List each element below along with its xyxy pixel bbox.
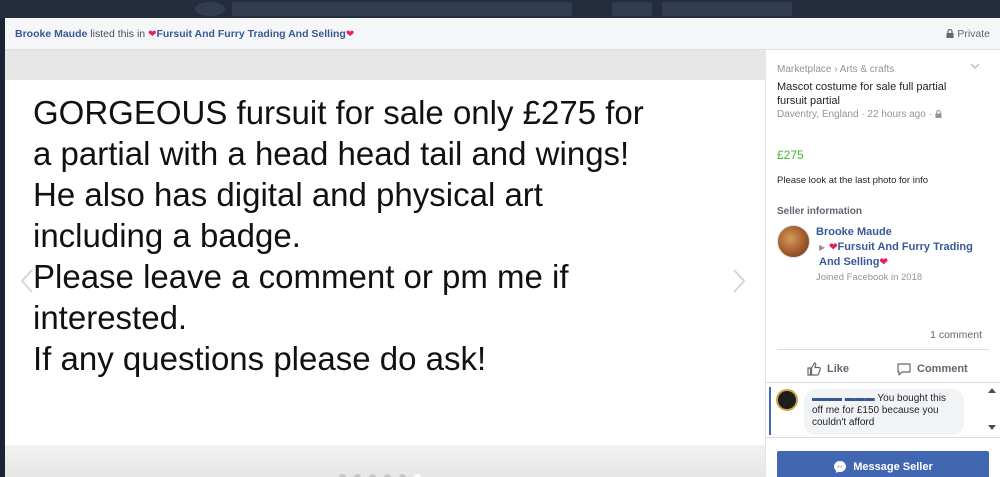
listing-description: Please look at the last photo for info xyxy=(777,175,929,186)
background-avatar xyxy=(195,2,225,16)
chevron-down-icon[interactable] xyxy=(970,62,980,70)
privacy-indicator: Private xyxy=(946,28,990,40)
comment-button[interactable]: Comment xyxy=(896,361,968,377)
comments-section: ▬▬▬ ▬▬▬ You bought this off me for £150 … xyxy=(766,383,1000,435)
background-thumbnail xyxy=(612,2,652,16)
post-text-line: a partial with a head head tail and wing… xyxy=(33,135,630,172)
message-seller-label: Message Seller xyxy=(853,461,933,473)
seller-group-link[interactable]: ▶ ❤Fursuit And Furry Trading And Selling❤ xyxy=(819,240,994,270)
scroll-down-icon[interactable] xyxy=(988,425,996,431)
listing-photo[interactable]: GORGEOUS fursuit for sale only £275 for … xyxy=(5,50,765,477)
marketplace-listing-modal: Brooke Maude listed this in ❤Fursuit And… xyxy=(5,18,1000,477)
listing-price: £275 xyxy=(777,148,804,162)
seller-info-heading: Seller information xyxy=(777,206,863,217)
photo-post-text: GORGEOUS fursuit for sale only £275 for … xyxy=(33,92,758,379)
heart-icon: ❤ xyxy=(879,257,888,268)
commenter-name-obscured[interactable]: ▬▬▬ ▬▬▬ xyxy=(812,393,875,404)
listed-text: listed this in xyxy=(90,28,146,40)
heart-icon: ❤ xyxy=(345,29,355,40)
photo-bottom-band xyxy=(5,445,765,477)
listing-title: Mascot costume for sale full partial fur… xyxy=(777,81,947,107)
post-text-line: If any questions please do ask! xyxy=(33,340,487,377)
comment-highlight-bar xyxy=(769,387,771,435)
message-seller-button[interactable]: Message Seller xyxy=(777,451,989,477)
comment-count[interactable]: 1 comment xyxy=(930,329,982,341)
background-page-strip xyxy=(0,0,1000,18)
location-text: Daventry, England · 22 hours ago · xyxy=(777,109,932,120)
seller-name-link[interactable]: Brooke Maude xyxy=(816,226,892,238)
background-text xyxy=(232,2,572,16)
listing-location: Daventry, England · 22 hours ago · xyxy=(777,109,942,120)
post-text-line: He also has digital and physical art xyxy=(33,176,543,213)
like-button[interactable]: Like xyxy=(806,361,849,377)
previous-photo-icon[interactable] xyxy=(19,268,35,294)
avatar[interactable] xyxy=(777,225,810,258)
post-text-line: GORGEOUS fursuit for sale only £275 for xyxy=(33,94,644,131)
photo-top-band xyxy=(5,50,765,80)
messenger-icon xyxy=(834,461,847,473)
group-link[interactable]: Fursuit And Furry Trading And Selling xyxy=(156,28,345,40)
background-text xyxy=(662,2,792,16)
scroll-up-icon[interactable] xyxy=(988,387,996,393)
modal-header: Brooke Maude listed this in ❤Fursuit And… xyxy=(5,18,1000,50)
triangle-right-icon: ▶ xyxy=(819,243,826,252)
post-text-line: Please leave a comment or pm me if xyxy=(33,258,569,295)
post-text-line: including a badge. xyxy=(33,217,301,254)
joined-date: Joined Facebook in 2018 xyxy=(816,272,923,283)
group-name[interactable]: Fursuit And Furry Trading And Selling xyxy=(819,241,973,268)
breadcrumb[interactable]: Marketplace › Arts & crafts xyxy=(777,64,894,75)
divider xyxy=(777,349,989,350)
listed-in-line: Brooke Maude listed this in ❤Fursuit And… xyxy=(15,28,354,40)
like-label: Like xyxy=(827,363,850,375)
comment-bubble-icon xyxy=(897,363,911,376)
message-bar: Message Seller xyxy=(766,437,1000,477)
lock-icon xyxy=(946,29,954,38)
avatar[interactable] xyxy=(776,389,798,411)
comment-bubble: ▬▬▬ ▬▬▬ You bought this off me for £150 … xyxy=(804,389,964,435)
lock-icon xyxy=(935,110,942,118)
heart-icon: ❤ xyxy=(829,242,838,253)
listing-details-panel: Marketplace › Arts & crafts Mascot costu… xyxy=(765,50,1000,477)
comment-label: Comment xyxy=(917,363,968,375)
post-text-line: interested. xyxy=(33,299,188,336)
thumbs-up-icon xyxy=(807,362,821,376)
next-photo-icon[interactable] xyxy=(731,268,747,294)
privacy-label: Private xyxy=(957,28,990,40)
seller-link[interactable]: Brooke Maude xyxy=(15,28,87,40)
